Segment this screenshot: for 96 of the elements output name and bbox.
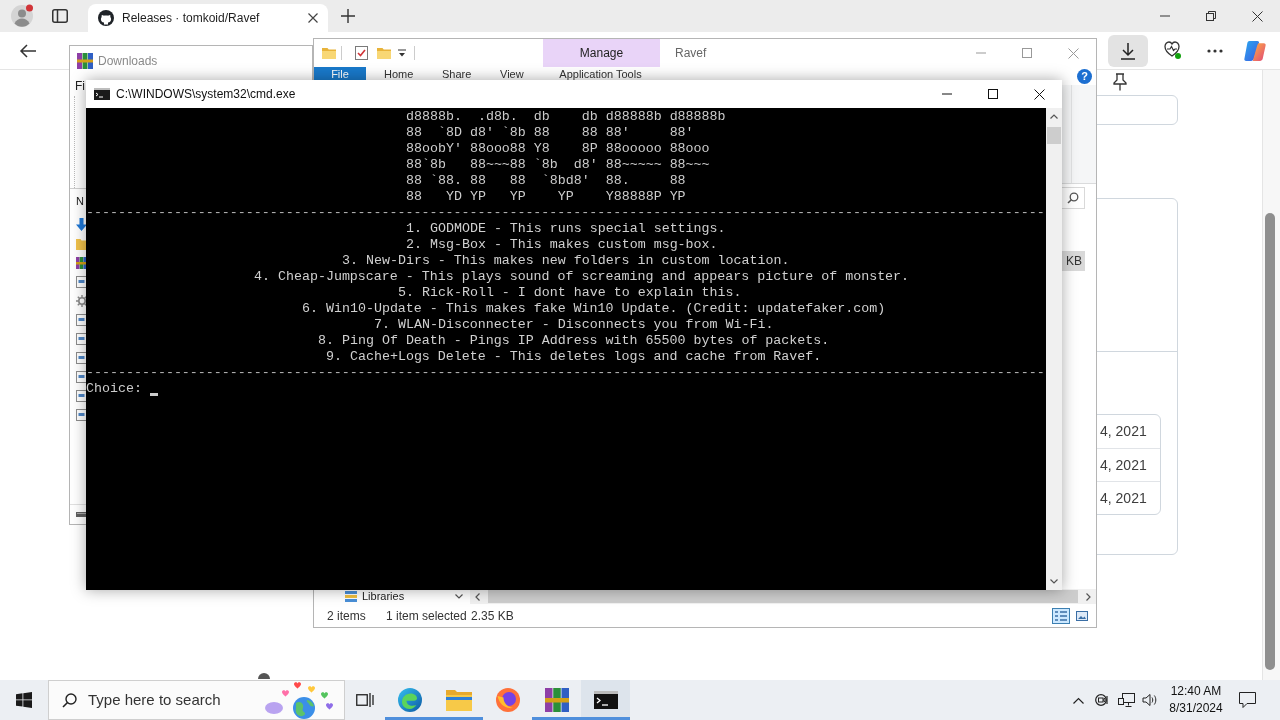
menu-option-text: 5. Rick-Roll - I dont have to explain this.	[398, 285, 742, 301]
scrollbar-thumb[interactable]	[488, 590, 1078, 603]
notification-icon[interactable]	[1238, 692, 1256, 708]
close-icon[interactable]	[1033, 88, 1045, 100]
menu-option-text: 4. Cheap-Jumpscare - This plays sound of screaming and appears picture of monster.	[254, 269, 910, 285]
document-icon	[76, 408, 87, 421]
window-title: C:\WINDOWS\system32\cmd.exe	[116, 86, 296, 103]
release-date: 4, 2021	[1100, 455, 1147, 475]
video-camera-icon[interactable]	[1094, 693, 1110, 707]
view-button[interactable]	[1052, 607, 1070, 624]
close-icon[interactable]	[308, 13, 318, 23]
downloads-button[interactable]	[1108, 34, 1148, 67]
large-icons-view-icon	[1076, 610, 1088, 621]
archive-app-icon	[76, 256, 87, 269]
menu-option-text: 8. Ping Of Death - Pings IP Address with 65500 bytes of packets.	[318, 333, 830, 349]
menu-item[interactable]: Fi	[75, 78, 85, 94]
dashed-divider-line: ------------------------------------------------------------------------------------------------------------------------	[86, 205, 1045, 221]
window-title: Ravef	[675, 45, 707, 62]
search-icon	[62, 692, 77, 708]
ribbon-context-tab[interactable]: Manage	[543, 39, 660, 67]
libraries-icon	[345, 591, 357, 602]
document-icon	[76, 370, 87, 383]
profile-avatar-icon[interactable]	[10, 4, 34, 28]
prompt-text: Choice:	[86, 381, 142, 397]
item-count: 2 items	[327, 607, 366, 625]
maximize-icon[interactable]	[988, 89, 998, 99]
clock[interactable]: 12:40 AM 8/31/2024	[1162, 683, 1230, 717]
ribbon-tab[interactable]: Application Tools	[540, 67, 661, 81]
download-icon	[1120, 41, 1136, 60]
browser-tab[interactable]: Releases · tomkoid/Ravef	[88, 4, 328, 32]
download-arrow-icon	[76, 218, 87, 231]
selection-size: 2.35 KB	[471, 607, 514, 625]
cursor-icon	[149, 393, 158, 396]
search-icon	[1067, 192, 1079, 204]
scrollbar-track[interactable]	[1262, 70, 1280, 680]
folder-icon	[445, 689, 472, 711]
document-icon	[76, 332, 87, 345]
caret-down-icon[interactable]	[455, 594, 463, 599]
fox-browser-icon	[494, 687, 521, 713]
scrollbar-thumb[interactable]	[1265, 213, 1275, 670]
drive-icon	[76, 512, 87, 517]
scroll-down-icon[interactable]	[1050, 579, 1058, 584]
checklist-icon[interactable]	[355, 46, 368, 60]
site-favicon-icon	[98, 10, 114, 26]
archive-app-icon	[77, 53, 93, 69]
document-icon	[76, 275, 87, 288]
selection-status: 1 item selected	[386, 607, 467, 625]
release-date: 4, 2021	[1100, 422, 1147, 441]
window-title: Downloads	[98, 53, 158, 70]
menu-option-text: 9. Cache+Logs Delete - This deletes logs and cache from Ravef.	[326, 349, 822, 365]
restore-icon[interactable]	[1206, 11, 1216, 21]
scrollbar-thumb[interactable]	[1047, 127, 1061, 144]
volume-icon[interactable]	[1142, 693, 1158, 707]
ribbon-tab[interactable]: Share	[424, 67, 482, 81]
menu-option-text: 6. Win10-Update - This makes fake Win10 Update. (Credit: updatefaker.com)	[302, 301, 886, 317]
pin-icon[interactable]	[1113, 73, 1127, 91]
search-field[interactable]	[1062, 187, 1085, 209]
document-icon	[76, 351, 87, 364]
caret-icon[interactable]	[398, 49, 406, 57]
browser-icon	[396, 687, 423, 713]
scroll-left-icon[interactable]	[475, 592, 480, 601]
chevron-up-icon[interactable]	[1072, 696, 1084, 704]
menu-option-text: 3. New-Dirs - This makes new folders in custom location.	[342, 253, 790, 269]
ribbon-tab[interactable]: Home	[366, 67, 424, 81]
console-app-icon	[94, 88, 110, 100]
scrollbar-track[interactable]	[1046, 108, 1062, 590]
dashed-divider-line: ------------------------------------------------------------------------------------------------------------------------	[86, 365, 1045, 381]
scroll-right-icon[interactable]	[1086, 592, 1091, 601]
column-header[interactable]: N	[76, 193, 84, 210]
archive-app-icon	[544, 688, 569, 712]
release-date: 4, 2021	[1100, 488, 1147, 508]
menu-option-text: 1. GODMODE - This runs special settings.	[406, 221, 726, 237]
ribbon-tab[interactable]: View	[482, 67, 540, 81]
terminal-icon	[593, 691, 618, 709]
close-icon[interactable]	[1251, 10, 1263, 22]
back-icon[interactable]	[19, 42, 37, 59]
document-icon	[76, 313, 87, 326]
document-icon	[76, 389, 87, 402]
help-button[interactable]: ?	[1077, 69, 1092, 84]
start-icon[interactable]	[16, 692, 32, 708]
menu-option-text: 2. Msg-Box - This makes custom msg-box.	[406, 237, 718, 253]
tab-actions-icon[interactable]	[52, 9, 68, 23]
heart-pulse-icon[interactable]	[1162, 41, 1182, 60]
taskbar-app-button[interactable]	[581, 680, 630, 720]
network-icon[interactable]	[1117, 692, 1135, 708]
nav-item[interactable]: Libraries	[345, 589, 405, 604]
more-icon[interactable]	[1207, 48, 1223, 53]
new-tab-icon[interactable]	[341, 9, 355, 23]
menu-option-text: 7. WLAN-Disconnecter - Disconnects you from Wi-Fi.	[374, 317, 774, 333]
ascii-art-title: d8888b. .d8b. db db d88888b d88888b 88 `8D d8' `8b 88 88 88' 88' 88oobY' 88ooo88 Y8 8P 88ooooo 88ooo 88`8b 88~~~88 `8b d8' 88~~~~~ 88~~~ 88 `88. 88 88 `8bd8' 88. 88 88 YD YP YP YP Y88888P YP	[406, 109, 726, 205]
task-view-icon[interactable]	[356, 692, 374, 708]
gear-icon	[76, 294, 88, 307]
scroll-up-icon[interactable]	[1050, 114, 1058, 119]
assistant-logo-icon[interactable]	[1244, 40, 1266, 61]
details-view-icon	[1055, 610, 1067, 621]
search-field[interactable]: Type here to search	[48, 680, 345, 720]
